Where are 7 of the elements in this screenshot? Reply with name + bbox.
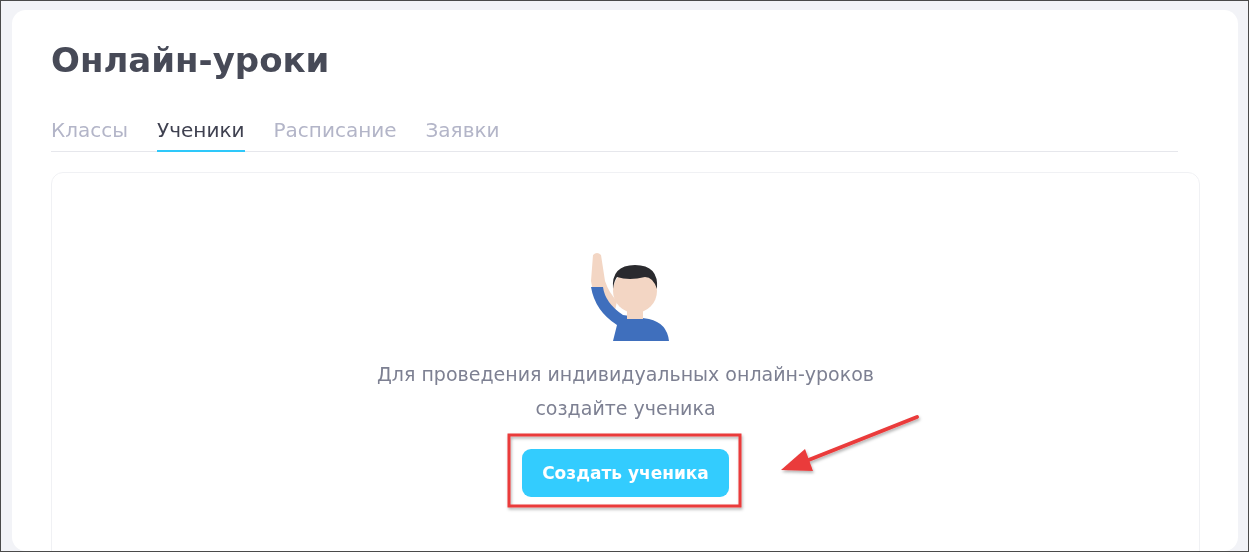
create-student-button[interactable]: Создать ученика bbox=[522, 449, 729, 497]
tab[interactable]: Ученики bbox=[157, 114, 245, 152]
empty-message: Для проведения индивидуальных онлайн-уроков создайте ученика bbox=[375, 362, 876, 421]
page-title: Онлайн-уроки bbox=[51, 40, 331, 80]
tab[interactable]: Расписание bbox=[273, 114, 397, 152]
tab[interactable]: Классы bbox=[51, 114, 129, 152]
tab[interactable]: Заявки bbox=[425, 114, 500, 152]
